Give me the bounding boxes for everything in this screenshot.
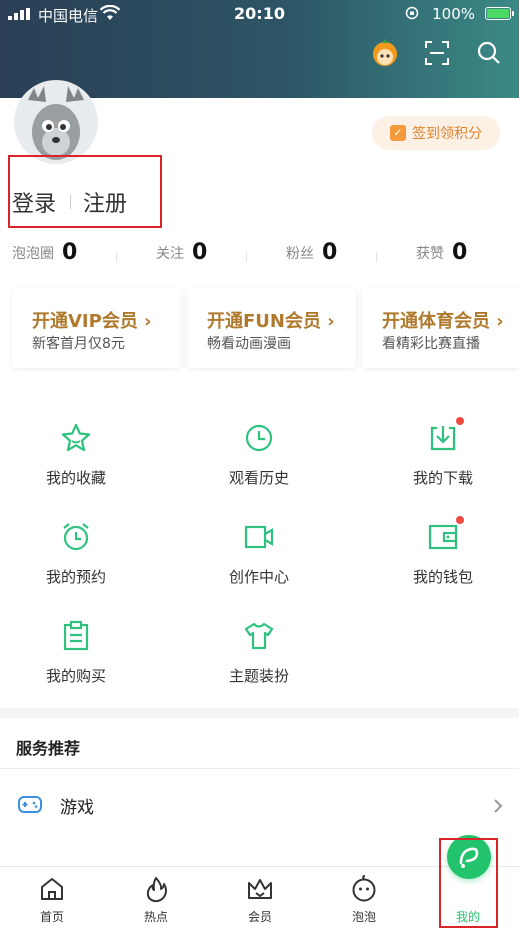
gamepad-icon xyxy=(18,796,42,813)
feature-label: 我的钱包 xyxy=(412,568,473,586)
alarm-icon xyxy=(63,523,89,551)
vip-card-subtitle: 畅看动画漫画 xyxy=(207,336,291,352)
fun-card[interactable]: 开通FUN会员 › 畅看动画漫画 xyxy=(187,288,356,368)
divider xyxy=(116,252,117,262)
tab-label: 热点 xyxy=(143,910,168,924)
checkin-label: 签到领积分 xyxy=(412,126,482,142)
flame-icon xyxy=(146,877,167,903)
sports-card[interactable]: 开通体育会员 › 看精彩比赛直播 xyxy=(362,288,519,368)
divider xyxy=(70,195,72,209)
tab-label: 会员 xyxy=(247,910,272,924)
services-title: 服务推荐 xyxy=(16,739,81,758)
home-icon xyxy=(41,878,63,900)
vip-card-subtitle: 新客首月仅8元 xyxy=(32,336,125,352)
tab-label: 泡泡 xyxy=(351,910,376,924)
checkin-button[interactable]: ✓ 签到领积分 xyxy=(372,116,500,150)
bubble-face-icon xyxy=(352,875,376,902)
themes-item[interactable]: 主题装扮 xyxy=(189,620,329,700)
divider xyxy=(246,252,247,262)
divider xyxy=(376,252,377,262)
moose-avatar-icon xyxy=(28,86,84,160)
stat-label: 粉丝 xyxy=(286,245,314,262)
stat-likes[interactable]: 获赞 0 xyxy=(416,240,467,265)
stat-value: 0 xyxy=(192,240,208,265)
clipboard-icon xyxy=(63,620,89,651)
download-icon xyxy=(430,426,456,451)
calendar-check-icon: ✓ xyxy=(390,125,406,141)
stat-value: 0 xyxy=(452,240,468,265)
stat-followers[interactable]: 粉丝 0 xyxy=(286,240,337,265)
clock-icon xyxy=(245,424,273,452)
video-camera-icon xyxy=(244,525,274,549)
avatar[interactable] xyxy=(14,80,98,164)
vip-card-title: 开通VIP会员 › xyxy=(32,311,152,332)
history-item[interactable]: 观看历史 xyxy=(189,422,329,502)
me-highlight-box xyxy=(439,838,498,928)
feature-label: 创作中心 xyxy=(228,568,289,586)
scan-icon[interactable] xyxy=(424,40,450,66)
stat-value: 0 xyxy=(62,240,78,265)
battery-icon xyxy=(485,7,514,20)
tab-vip[interactable]: 会员 xyxy=(208,867,312,931)
favorites-item[interactable]: 我的收藏 xyxy=(6,422,146,502)
vip-card-subtitle: 看精彩比赛直播 xyxy=(382,336,480,352)
stats-row: 泡泡圈 0 关注 0 粉丝 0 获赞 0 xyxy=(0,240,519,272)
service-item-games[interactable]: 游戏 xyxy=(0,778,519,832)
divider xyxy=(0,768,519,769)
chevron-right-icon xyxy=(494,799,503,813)
service-label: 游戏 xyxy=(60,798,94,818)
stat-label: 获赞 xyxy=(416,245,444,262)
search-icon[interactable] xyxy=(476,40,502,66)
tab-trending[interactable]: 热点 xyxy=(104,867,208,931)
battery-percent: 100% xyxy=(432,5,475,23)
mascot-icon[interactable] xyxy=(370,38,400,68)
crown-icon xyxy=(248,879,272,899)
feature-label: 我的收藏 xyxy=(45,469,106,487)
creator-center-item[interactable]: 创作中心 xyxy=(189,521,329,601)
star-icon xyxy=(61,423,91,452)
stat-following[interactable]: 关注 0 xyxy=(156,240,207,265)
stat-label: 泡泡圈 xyxy=(12,245,54,262)
reservations-item[interactable]: 我的预约 xyxy=(6,521,146,601)
login-link[interactable]: 登录 xyxy=(12,186,56,218)
profile-header: 中国电信 20:10 100% xyxy=(0,0,519,98)
vip-card[interactable]: 开通VIP会员 › 新客首月仅8元 xyxy=(12,288,181,368)
wallet-icon xyxy=(428,524,458,550)
login-register: 登录 注册 xyxy=(12,186,127,218)
wallet-item[interactable]: 我的钱包 xyxy=(373,521,513,601)
feature-label: 主题装扮 xyxy=(228,667,289,685)
vip-card-title: 开通FUN会员 › xyxy=(207,311,335,332)
orientation-lock-icon xyxy=(405,6,419,20)
notification-dot xyxy=(456,417,464,425)
stat-label: 关注 xyxy=(156,245,184,262)
status-bar: 中国电信 20:10 100% xyxy=(0,0,519,28)
feature-label: 我的预约 xyxy=(45,568,106,586)
tab-home[interactable]: 首页 xyxy=(0,867,104,931)
stat-bubbles[interactable]: 泡泡圈 0 xyxy=(12,240,77,265)
vip-card-title: 开通体育会员 › xyxy=(382,311,504,332)
feature-label: 我的下载 xyxy=(412,469,473,487)
purchases-item[interactable]: 我的购买 xyxy=(6,620,146,700)
downloads-item[interactable]: 我的下载 xyxy=(373,422,513,502)
tab-label: 首页 xyxy=(39,910,64,924)
notification-dot xyxy=(456,516,464,524)
feature-label: 观看历史 xyxy=(228,469,289,487)
feature-label: 我的购买 xyxy=(45,667,106,685)
tab-bubbles[interactable]: 泡泡 xyxy=(312,867,416,931)
tshirt-icon xyxy=(244,622,274,650)
stat-value: 0 xyxy=(322,240,338,265)
register-link[interactable]: 注册 xyxy=(83,186,127,218)
